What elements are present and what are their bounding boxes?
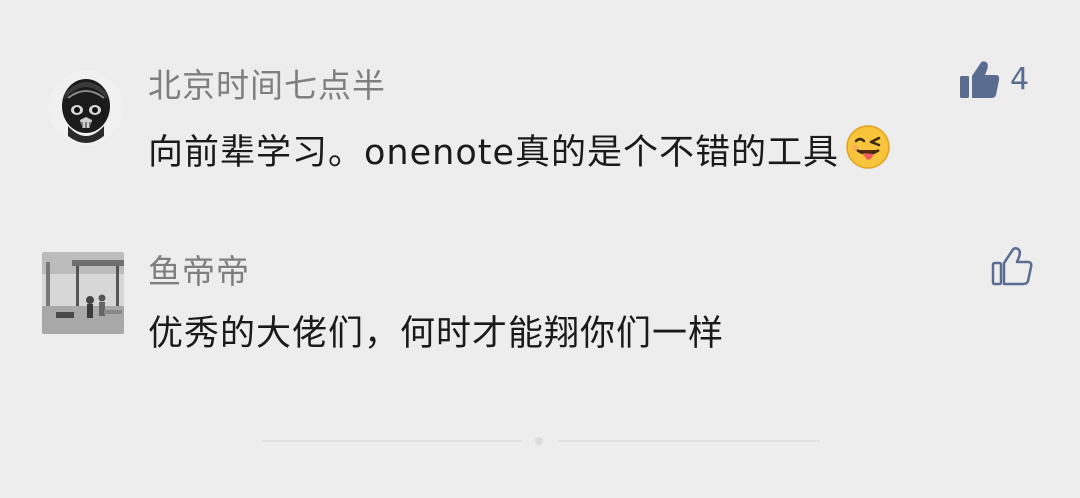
divider-line-left: [262, 440, 522, 442]
comment-item: 鱼帝帝 优秀的大佬们，何时才能翔你们一样: [0, 200, 1080, 400]
comment-text: 向前辈学习。onenote真的是个不错的工具: [148, 124, 891, 181]
divider-line-right: [558, 440, 820, 442]
like-count: 4: [1010, 62, 1030, 97]
comment-author[interactable]: 鱼帝帝: [148, 252, 250, 292]
like-button[interactable]: [990, 244, 1034, 288]
wink-tongue-emoji-icon: [845, 124, 891, 181]
comment-author[interactable]: 北京时间七点半: [148, 66, 386, 106]
avatar-street-photo-image: [42, 252, 124, 334]
comment-item: 北京时间七点半 向前辈学习。onenote真的是个不错的工具 4: [0, 0, 1080, 200]
comment-list: 北京时间七点半 向前辈学习。onenote真的是个不错的工具 4 鱼帝帝 优秀的…: [0, 0, 1080, 498]
avatar-skull-helmet-image: [48, 70, 124, 146]
avatar[interactable]: [48, 70, 124, 146]
comment-text: 优秀的大佬们，何时才能翔你们一样: [148, 314, 725, 354]
thumbs-up-filled-icon: [960, 61, 1000, 98]
like-button[interactable]: 4: [958, 58, 1029, 102]
list-end-divider: [262, 437, 820, 445]
thumbs-up-outline-icon: [991, 247, 1033, 286]
divider-dot: [535, 437, 543, 445]
comment-text-body: 向前辈学习。onenote真的是个不错的工具: [148, 133, 839, 173]
avatar[interactable]: [42, 252, 124, 334]
